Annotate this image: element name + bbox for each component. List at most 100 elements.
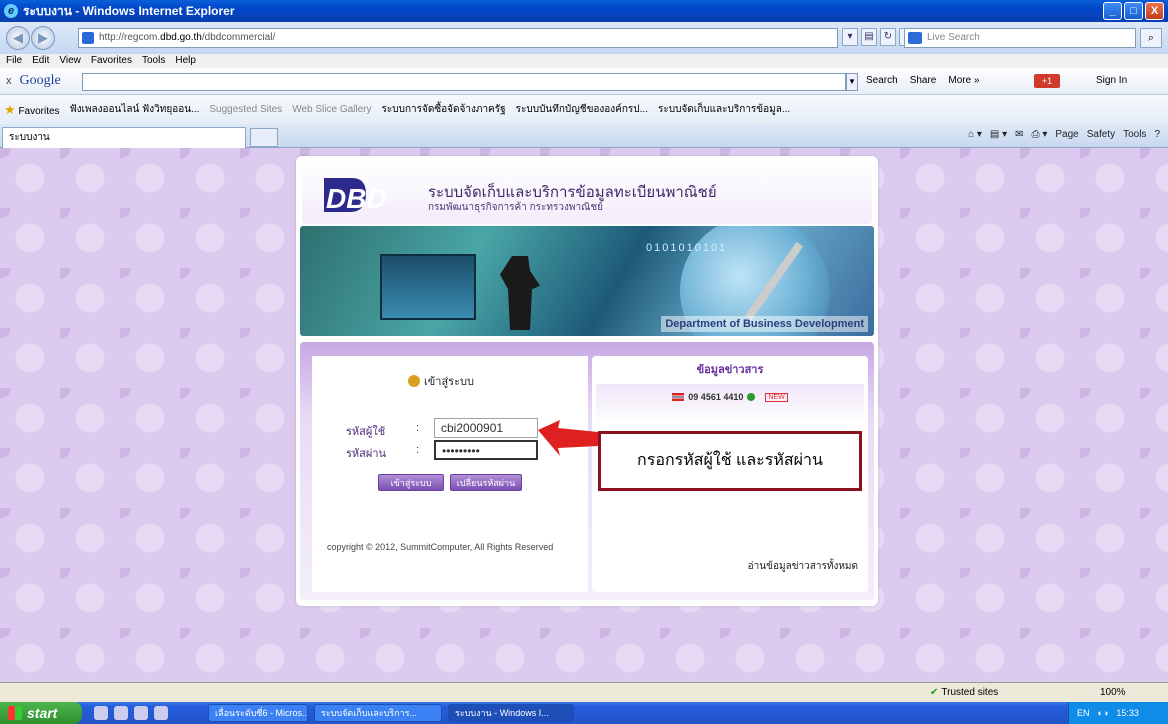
close-button[interactable]: X: [1145, 2, 1164, 20]
google-toolbar-close-icon[interactable]: x: [6, 75, 12, 87]
thai-flag-icon: [672, 393, 685, 401]
feeds-icon[interactable]: ▤ ▾: [990, 129, 1007, 140]
tools-menu[interactable]: Tools: [1123, 129, 1146, 140]
news-list: 09 4561 4410 NEW: [596, 384, 864, 424]
password-label: รหัสผ่าน: [346, 448, 387, 460]
banner-digits: 0101010101: [646, 242, 728, 254]
window-title: ระบบงาน - Windows Internet Explorer: [23, 3, 235, 18]
google-plus-one-button[interactable]: +1: [1034, 74, 1060, 88]
check-icon: ✔: [930, 687, 939, 698]
menu-file[interactable]: File: [6, 54, 22, 68]
trusted-sites-zone: ✔ Trusted sites: [930, 683, 998, 703]
favorites-bar: ★ Favorites ฟังเพลงออนไลน์ ฟังวิทยุออน..…: [0, 95, 1168, 124]
news-item-text: 09 4561 4410: [688, 392, 744, 402]
password-input[interactable]: •••••••••: [434, 440, 538, 460]
minimize-button[interactable]: _: [1103, 2, 1122, 20]
username-input[interactable]: cbi2000901: [434, 418, 538, 438]
tab-current[interactable]: ระบบงาน: [2, 127, 246, 148]
windows-flag-icon: [8, 706, 22, 720]
dbd-logo: DBD: [324, 178, 387, 214]
google-toolbar: x Google ▼ Search Share More » +1 Sign I…: [0, 68, 1168, 95]
annotation-callout: กรอกรหัสผู้ใช้ และรหัสผ่าน: [598, 431, 862, 491]
page-menu[interactable]: Page: [1055, 129, 1078, 140]
login-title-text: เข้าสู่ระบบ: [424, 376, 474, 388]
tab-bar: ระบบงาน ⌂ ▾ ▤ ▾ ✉ ⎙ ▾ Page Safety Tools …: [0, 124, 1168, 148]
news-item[interactable]: 09 4561 4410 NEW: [596, 384, 864, 402]
zoom-level[interactable]: 100%: [1100, 683, 1126, 703]
print-icon[interactable]: ⎙ ▾: [1032, 129, 1048, 140]
username-colon: :: [416, 422, 420, 434]
mail-icon[interactable]: ✉: [1015, 129, 1023, 140]
new-badge: NEW: [765, 392, 788, 402]
page-icon: [82, 32, 94, 44]
password-colon: :: [416, 444, 420, 456]
refresh-icon[interactable]: ↻: [880, 28, 896, 46]
menu-help[interactable]: Help: [175, 54, 196, 68]
banner-screen-image: [380, 254, 476, 320]
maximize-button[interactable]: □: [1124, 2, 1143, 20]
address-dropdown-icon[interactable]: ▾: [842, 28, 858, 46]
new-tab-button[interactable]: [250, 128, 278, 147]
site-header: DBD ระบบจัดเก็บและบริการข้อมูลทะเบียนพาณ…: [302, 160, 872, 224]
search-go-icon[interactable]: ⌕: [1140, 28, 1162, 48]
menu-bar: File Edit View Favorites Tools Help: [0, 54, 1168, 68]
live-search-placeholder: Live Search: [927, 32, 980, 43]
live-search-input[interactable]: Live Search: [904, 28, 1136, 48]
url-prefix: http://regcom.: [99, 32, 161, 43]
help-icon[interactable]: ?: [1154, 129, 1160, 140]
favorites-label: Favorites: [18, 105, 60, 117]
taskbar-item-word[interactable]: เลื่อนระดับซี่6 - Micros...: [208, 704, 308, 722]
google-signin-button[interactable]: Sign In: [1096, 75, 1127, 86]
google-search-dropdown-icon[interactable]: ▼: [846, 73, 858, 91]
menu-tools[interactable]: Tools: [142, 54, 165, 68]
read-all-news-link[interactable]: อ่านข้อมูลข่าวสารทั้งหมด: [748, 559, 858, 574]
clock: 15:33: [1116, 708, 1139, 718]
quick-launch-icon-2[interactable]: [114, 706, 128, 720]
favorite-link-5[interactable]: ระบบบันทึกบัญชีขององค์กรป...: [516, 102, 648, 117]
quick-launch-icon-4[interactable]: [154, 706, 168, 720]
taskbar-item-ie-2[interactable]: ระบบงาน - Windows I...: [448, 704, 574, 722]
login-button[interactable]: เข้าสู่ระบบ: [378, 474, 444, 491]
safety-menu[interactable]: Safety: [1087, 129, 1115, 140]
address-toolbar: ◀ ▶ http://regcom.dbd.go.th/dbdcommercia…: [0, 22, 1168, 54]
system-tray: EN ◐◑ 15:33: [1068, 702, 1168, 724]
taskbar: start เลื่อนระดับซี่6 - Micros... ระบบจั…: [0, 702, 1168, 724]
google-logo: Google: [19, 73, 61, 88]
login-title: เข้าสู่ระบบ: [408, 372, 474, 390]
address-input[interactable]: http://regcom.dbd.go.th/dbdcommercial/: [78, 28, 838, 48]
quick-launch: [94, 706, 168, 720]
favorite-link-1[interactable]: ฟังเพลงออนไลน์ ฟังวิทยุออน...: [70, 102, 200, 117]
favorite-link-2[interactable]: Suggested Sites: [209, 104, 282, 115]
home-icon[interactable]: ⌂ ▾: [968, 129, 982, 140]
login-box: เข้าสู่ระบบ รหัสผู้ใช้ : cbi2000901 รหัส…: [312, 356, 588, 592]
back-button[interactable]: ◀: [6, 26, 30, 50]
favorites-button[interactable]: ★ Favorites: [4, 102, 60, 118]
start-label: start: [27, 705, 58, 721]
google-search-button[interactable]: Search: [866, 75, 898, 86]
change-password-button[interactable]: เปลี่ยนรหัสผ่าน: [450, 474, 522, 491]
menu-view[interactable]: View: [59, 54, 81, 68]
forward-button[interactable]: ▶: [31, 26, 55, 50]
menu-edit[interactable]: Edit: [32, 54, 49, 68]
menu-favorites[interactable]: Favorites: [91, 54, 132, 68]
taskbar-item-ie-1[interactable]: ระบบจัดเก็บและบริการ...: [314, 704, 442, 722]
favorite-link-4[interactable]: ระบบการจัดซื้อจัดจ้างภาครัฐ: [382, 102, 506, 117]
start-button[interactable]: start: [0, 702, 82, 724]
quick-launch-icon-1[interactable]: [94, 706, 108, 720]
window-titlebar: e ระบบงาน - Windows Internet Explorer _ …: [0, 0, 1168, 22]
ie-icon: e: [4, 4, 18, 18]
page-content: DBD ระบบจัดเก็บและบริการข้อมูลทะเบียนพาณ…: [0, 148, 1168, 682]
language-indicator[interactable]: EN: [1077, 708, 1090, 718]
status-bar: ✔ Trusted sites 100%: [0, 682, 1168, 702]
hero-banner: 0101010101 Department of Business Develo…: [300, 226, 874, 336]
google-share-button[interactable]: Share: [910, 75, 937, 86]
live-search-icon: [908, 32, 922, 44]
tray-icons[interactable]: ◐◑: [1098, 708, 1109, 718]
compatibility-icon[interactable]: ▤: [861, 28, 877, 46]
google-more-button[interactable]: More »: [948, 75, 979, 86]
google-search-input[interactable]: [82, 73, 846, 91]
favorite-link-3[interactable]: Web Slice Gallery: [292, 104, 371, 115]
url-suffix: /dbdcommercial/: [201, 32, 276, 43]
quick-launch-icon-3[interactable]: [134, 706, 148, 720]
favorite-link-6[interactable]: ระบบจัดเก็บและบริการข้อมูล...: [658, 102, 790, 117]
